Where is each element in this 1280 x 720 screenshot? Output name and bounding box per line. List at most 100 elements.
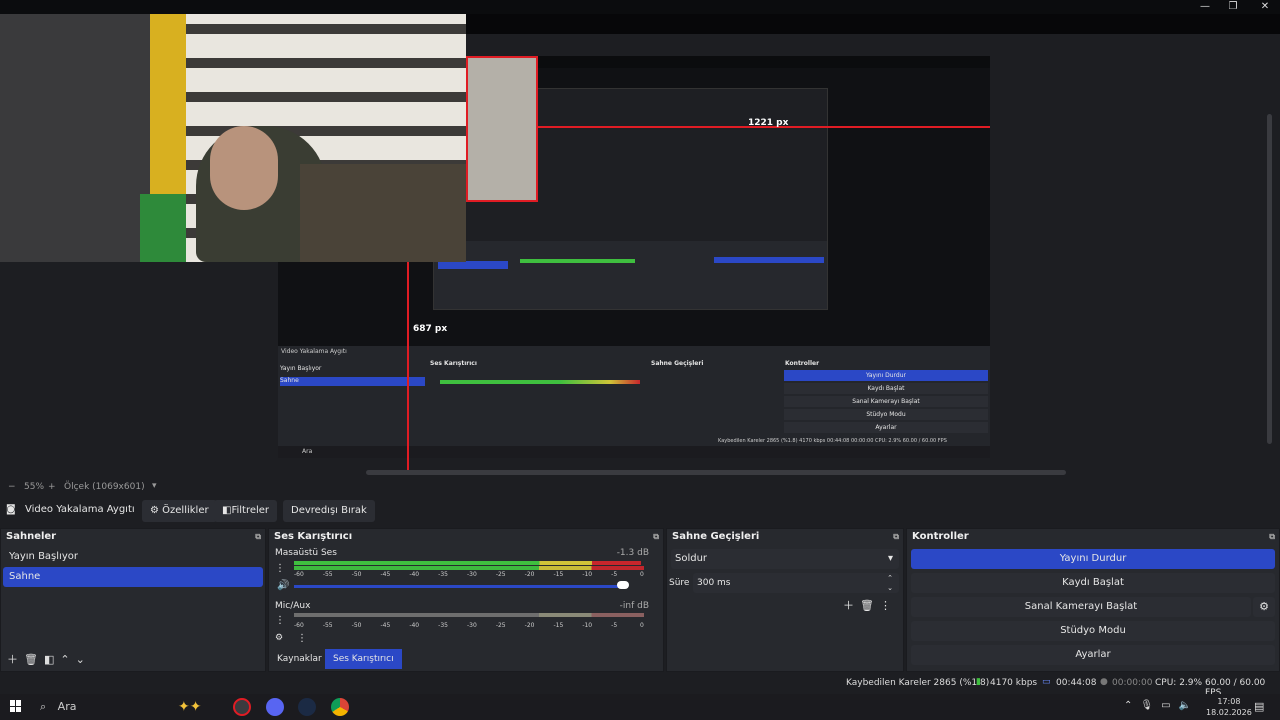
selected-source-name: Video Yakalama Aygıtı (25, 504, 135, 515)
mic-icon[interactable]: 🎙 (1140, 700, 1161, 711)
camera-icon: ◙ (6, 504, 16, 515)
minimize-button[interactable]: — (1190, 0, 1220, 14)
deactivate-button[interactable]: Devredışı Bırak (283, 500, 375, 522)
scale-tick: -20 (524, 622, 535, 629)
volume-icon[interactable]: 🔈 (1179, 700, 1199, 711)
preview-vertical-scrollbar[interactable] (1267, 114, 1272, 444)
kebab-menu-icon[interactable]: ⋮ (275, 563, 285, 574)
scale-label[interactable]: Ölçek (1069x601) (64, 482, 145, 492)
scale-tick: -40 (409, 571, 420, 578)
zoom-plus-icon[interactable]: + (48, 482, 56, 492)
maximize-button[interactable]: ❐ (1218, 0, 1248, 14)
filter-icon[interactable]: ◧ (44, 653, 60, 666)
inner-control-studio: Stüdyo Modu (784, 409, 988, 420)
taskbar-search[interactable]: ⌕ Ara ✦✦ (34, 696, 222, 718)
scale-tick: -10 (582, 622, 593, 629)
trash-icon[interactable]: 🗑 (860, 599, 880, 612)
preview-statusline: − 55% + Ölçek (1069x601) ▾ (0, 480, 1280, 494)
chrome-app-icon[interactable] (331, 698, 349, 716)
chevron-up-icon[interactable]: ⌃ (60, 653, 75, 666)
transitions-dock: Sahne Geçişleri ⧉ Soldur ▾ Süre 300 ms ⌃ ⌄… (666, 528, 904, 672)
clock-time: 17:08 (1217, 697, 1241, 706)
scale-tick: -45 (380, 571, 391, 578)
float-icon[interactable]: ⧉ (1269, 529, 1275, 545)
speaker-icon[interactable]: 🔊 (277, 580, 289, 591)
volume-slider-desktop[interactable] (294, 585, 624, 588)
scene-item-yayin-basliyor[interactable]: Yayın Başlıyor (3, 547, 263, 567)
channel-name-desktop: Masaüstü Ses (275, 548, 337, 558)
network-icon[interactable]: ▭ (1161, 700, 1178, 711)
record-icon: ● (1100, 677, 1108, 687)
tab-audio-mixer[interactable]: Ses Karıştırıcı (325, 649, 402, 669)
windows-start-icon[interactable] (10, 700, 22, 712)
close-button[interactable]: ✕ (1250, 0, 1280, 14)
add-icon[interactable]: ＋ (843, 599, 860, 612)
tab-sources[interactable]: Kaynaklar (273, 649, 326, 669)
scale-tick: -35 (438, 622, 448, 629)
add-icon[interactable]: ＋ (7, 653, 24, 666)
start-virtualcam-button[interactable]: Sanal Kamerayı Başlat (911, 597, 1251, 617)
stop-stream-button[interactable]: Yayını Durdur (911, 549, 1275, 569)
chevron-up-icon[interactable]: ⌃ (1124, 700, 1140, 711)
gear-icon[interactable]: ⚙ (275, 633, 283, 643)
notification-icon[interactable]: ▤ (1254, 700, 1264, 713)
filters-button[interactable]: ◧Filtreler (214, 500, 278, 522)
scale-tick: -15 (553, 571, 564, 578)
scale-tick: -20 (524, 571, 535, 578)
preview-horizontal-scrollbar[interactable] (366, 470, 1066, 475)
trash-icon[interactable]: 🗑 (24, 653, 44, 666)
kebab-menu-icon[interactable]: ⋮ (275, 615, 285, 626)
signal-icon: ▮ (976, 677, 981, 687)
obs-statusbar: Kaybedilen Kareler 2865 (%1.8) ▮ 4170 kb… (0, 676, 1280, 698)
zoom-icon[interactable]: − (8, 482, 16, 492)
transitions-title: Sahne Geçişleri (672, 531, 760, 542)
desk (300, 164, 466, 262)
capture-taskbar: Ara (278, 446, 990, 458)
scale-tick: 0 (640, 571, 644, 578)
scale-tick: -50 (351, 571, 362, 578)
float-icon[interactable]: ⧉ (255, 529, 261, 545)
controls-dock: Kontroller ⧉ Yayını Durdur Kaydı Başlat S… (906, 528, 1280, 672)
scene-list: Yayın Başlıyor Sahne (1, 547, 265, 587)
duration-label: Süre (669, 578, 690, 588)
transition-select[interactable]: Soldur ▾ (671, 549, 899, 569)
virtualcam-settings-icon[interactable]: ⚙ (1253, 597, 1275, 617)
settings-button[interactable]: Ayarlar (911, 645, 1275, 665)
start-record-button[interactable]: Kaydı Başlat (911, 573, 1275, 593)
inner-control-settings: Ayarlar (784, 422, 988, 433)
dropped-frames: Kaybedilen Kareler 2865 (%1.8) (846, 678, 990, 688)
discord-app-icon[interactable] (266, 698, 284, 716)
chevron-down-icon[interactable]: ▾ (152, 481, 157, 491)
inner-status: Kaybedilen Kareler 2865 (%1.8) 4170 kbps… (718, 438, 947, 444)
scale-tick: -5 (611, 622, 618, 629)
taskbar-clock[interactable]: 17:08 18.02.2026 (1206, 696, 1252, 718)
kebab-menu-icon[interactable]: ⋮ (880, 599, 897, 612)
float-icon[interactable]: ⧉ (653, 529, 659, 545)
record-time: 00:00:00 (1112, 678, 1153, 688)
studio-mode-button[interactable]: Stüdyo Modu (911, 621, 1275, 641)
float-icon[interactable]: ⧉ (893, 529, 899, 545)
zoom-level[interactable]: 55% (24, 482, 44, 492)
scenes-title: Sahneler (6, 531, 57, 542)
webcam-source[interactable] (0, 14, 466, 262)
chevron-down-icon: ▾ (887, 553, 893, 564)
steam-app-icon[interactable] (298, 698, 316, 716)
preview-top-band (466, 14, 1280, 34)
volume-thumb[interactable] (617, 581, 629, 589)
controls-title: Kontroller (912, 531, 969, 542)
chevron-down-icon[interactable]: ⌄ (76, 653, 91, 666)
spinner-icon[interactable]: ⌃ ⌄ (887, 573, 893, 593)
properties-button[interactable]: ⚙ Özellikler (142, 500, 217, 522)
mixer-title: Ses Karıştırıcı (274, 531, 353, 542)
inner-control-vcam: Sanal Kamerayı Başlat (784, 396, 988, 407)
scene-item-sahne[interactable]: Sahne (3, 567, 263, 587)
duration-input[interactable]: 300 ms ⌃ ⌄ (693, 573, 899, 593)
obs-app-icon[interactable] (233, 698, 251, 716)
preview-canvas[interactable]: Video Yakalama Aygıtı Ses Karıştırıcı Ya… (0, 14, 1280, 480)
kebab-menu-icon[interactable]: ⋮ (297, 633, 307, 644)
height-measure-line (407, 262, 409, 472)
sparkle-icon: ✦✦ (178, 699, 202, 715)
cpu-usage: CPU: 2.9% (1155, 678, 1203, 688)
inner-control-stop: Yayını Durdur (784, 370, 988, 381)
scale-tick: -60 (294, 571, 304, 578)
